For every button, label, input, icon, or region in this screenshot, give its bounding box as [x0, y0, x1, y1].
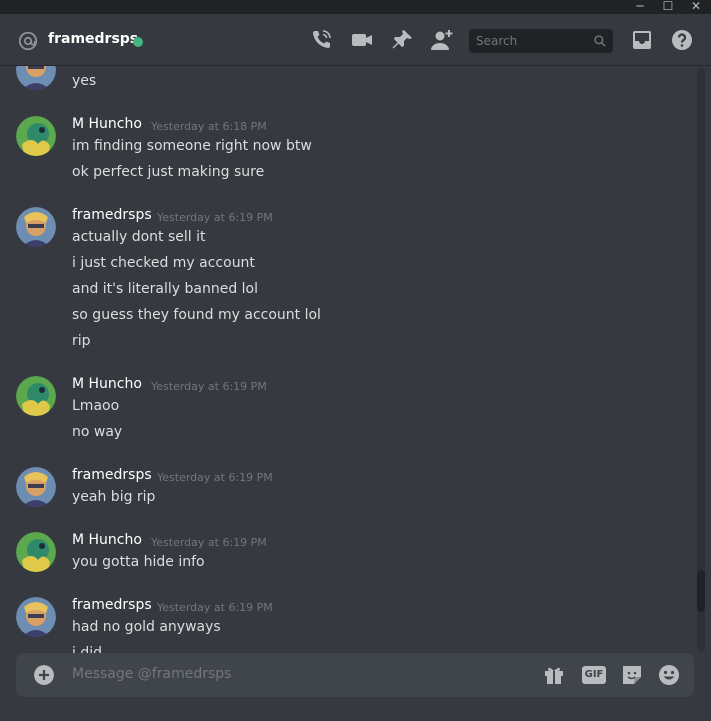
help-icon[interactable]: [670, 28, 694, 52]
message-text: im finding someone right now btw: [72, 138, 312, 154]
username[interactable]: framedrsps: [72, 467, 152, 483]
gif-icon[interactable]: GIF: [582, 666, 606, 684]
message-text: and it's literally banned lol: [72, 281, 258, 297]
username[interactable]: M Huncho: [72, 532, 142, 548]
avatar[interactable]: [16, 66, 56, 90]
emoji-icon[interactable]: [657, 663, 681, 687]
channel-header: framedrsps Search: [0, 14, 711, 66]
username[interactable]: framedrsps: [72, 207, 152, 223]
add-friend-icon[interactable]: [430, 28, 454, 52]
message-text: you gotta hide info: [72, 554, 205, 570]
sticker-icon[interactable]: [620, 663, 644, 687]
message-text: yeah big rip: [72, 489, 156, 505]
message-text: i just checked my account: [72, 255, 255, 271]
username[interactable]: M Huncho: [72, 376, 142, 392]
message-text: no way: [72, 424, 123, 440]
timestamp: Yesterday at 6:18 PM: [151, 120, 267, 133]
timestamp: Yesterday at 6:19 PM: [157, 601, 273, 614]
timestamp: Yesterday at 6:19 PM: [157, 471, 273, 484]
gift-icon[interactable]: [542, 663, 566, 687]
message-text: had no gold anyways: [72, 619, 221, 635]
message-text: rip: [72, 333, 91, 349]
avatar[interactable]: [16, 467, 56, 507]
search-input[interactable]: Search: [469, 29, 613, 53]
avatar[interactable]: [16, 207, 56, 247]
video-icon[interactable]: [350, 28, 374, 52]
avatar[interactable]: [16, 376, 56, 416]
message-text: so guess they found my account lol: [72, 307, 321, 323]
close-button[interactable]: ✕: [685, 0, 707, 14]
message-text: yes: [72, 73, 97, 89]
channel-name: framedrsps: [48, 31, 139, 47]
window-titlebar: ─ ☐ ✕: [0, 0, 711, 14]
message-text: Lmaoo: [72, 398, 120, 414]
message-composer[interactable]: Message @framedrsps GIF: [16, 653, 694, 697]
at-icon: [18, 31, 38, 51]
username[interactable]: M Huncho: [72, 116, 142, 132]
avatar[interactable]: [16, 532, 56, 572]
message-text: ok perfect just making sure: [72, 164, 265, 180]
timestamp: Yesterday at 6:19 PM: [151, 380, 267, 393]
scrollbar-thumb[interactable]: [697, 570, 705, 612]
online-status-indicator: [133, 37, 143, 47]
minimize-button[interactable]: ─: [629, 0, 651, 14]
inbox-icon[interactable]: [630, 28, 654, 52]
avatar[interactable]: [16, 597, 56, 637]
maximize-button[interactable]: ☐: [657, 0, 679, 14]
message-input[interactable]: Message @framedrsps: [72, 666, 231, 682]
avatar[interactable]: [16, 116, 56, 156]
scrollbar-track[interactable]: [697, 68, 705, 652]
timestamp: Yesterday at 6:19 PM: [157, 211, 273, 224]
call-icon[interactable]: [309, 28, 333, 52]
add-attachment-icon[interactable]: [34, 665, 54, 685]
timestamp: Yesterday at 6:19 PM: [151, 536, 267, 549]
search-placeholder: Search: [476, 34, 518, 48]
message-list[interactable]: yes M Huncho Yesterday at 6:18 PM im fin…: [0, 66, 695, 654]
message-text: actually dont sell it: [72, 229, 206, 245]
username[interactable]: framedrsps: [72, 597, 152, 613]
search-icon: [594, 35, 606, 47]
pin-icon[interactable]: [390, 28, 414, 52]
